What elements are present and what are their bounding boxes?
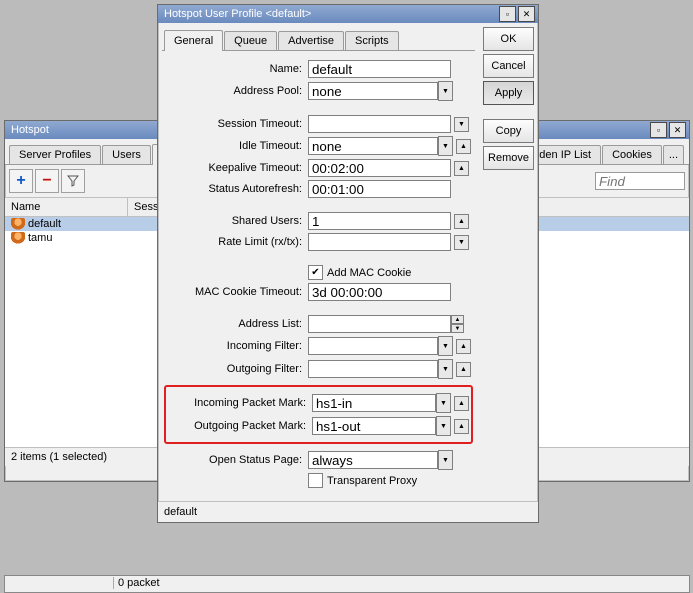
incoming-packet-mark-label: Incoming Packet Mark: — [168, 397, 312, 409]
outgoing-packet-mark-input[interactable] — [312, 417, 436, 435]
collapse-icon[interactable]: ▲ — [454, 161, 469, 176]
open-status-page-input[interactable] — [308, 451, 438, 469]
row-name: tamu — [28, 232, 52, 244]
tab-cookies[interactable]: Cookies — [602, 145, 662, 164]
dialog-status: default — [158, 501, 538, 522]
open-status-page-label: Open Status Page: — [164, 454, 308, 466]
footer-bar: 0 packet — [4, 575, 690, 593]
chevron-down-icon[interactable]: ▼ — [438, 450, 453, 470]
autorefresh-label: Status Autorefresh: — [164, 183, 308, 195]
add-mac-cookie-label: Add MAC Cookie — [327, 267, 411, 279]
ok-button[interactable]: OK — [483, 27, 534, 51]
footer-packets: 0 packet — [113, 577, 160, 589]
mac-cookie-timeout-label: MAC Cookie Timeout: — [164, 286, 308, 298]
incoming-packet-mark-input[interactable] — [312, 394, 436, 412]
rate-limit-input[interactable] — [308, 233, 451, 251]
copy-button[interactable]: Copy — [483, 119, 534, 143]
close-icon[interactable]: ✕ — [669, 122, 686, 138]
dialog-remove-button[interactable]: Remove — [483, 146, 534, 170]
add-button[interactable]: + — [9, 169, 33, 193]
idle-timeout-label: Idle Timeout: — [164, 140, 308, 152]
col-name[interactable]: Name — [5, 198, 128, 216]
tab-general[interactable]: General — [164, 30, 223, 51]
user-icon — [11, 218, 25, 230]
add-mac-cookie-checkbox[interactable]: ✔ — [308, 265, 323, 280]
expand-icon[interactable]: ▼ — [454, 235, 469, 250]
tab-advertise[interactable]: Advertise — [278, 31, 344, 50]
name-input[interactable] — [308, 60, 451, 78]
name-label: Name: — [164, 63, 308, 75]
transparent-proxy-label: Transparent Proxy — [327, 475, 417, 487]
dialog-title: Hotspot User Profile <default> — [161, 8, 497, 20]
user-icon — [11, 232, 25, 244]
outgoing-packet-mark-label: Outgoing Packet Mark: — [168, 420, 312, 432]
cancel-button[interactable]: Cancel — [483, 54, 534, 78]
chevron-down-icon[interactable]: ▼ — [436, 416, 451, 436]
chevron-down-icon[interactable]: ▼ — [438, 81, 453, 101]
collapse-icon[interactable]: ▲ — [456, 362, 471, 377]
dialog-titlebar[interactable]: Hotspot User Profile <default> ▫ ✕ — [158, 5, 538, 23]
incoming-filter-input[interactable] — [308, 337, 438, 355]
chevron-down-icon: ▼ — [451, 324, 464, 333]
chevron-down-icon[interactable]: ▼ — [438, 136, 453, 156]
keepalive-label: Keepalive Timeout: — [164, 162, 308, 174]
incoming-filter-label: Incoming Filter: — [164, 340, 308, 352]
tab-users[interactable]: Users — [102, 145, 151, 164]
keepalive-input[interactable] — [308, 159, 451, 177]
session-timeout-label: Session Timeout: — [164, 118, 308, 130]
session-timeout-input[interactable] — [308, 115, 451, 133]
shared-users-input[interactable] — [308, 212, 451, 230]
shared-users-label: Shared Users: — [164, 215, 308, 227]
addrpool-label: Address Pool: — [164, 85, 308, 97]
detach-icon[interactable]: ▫ — [499, 6, 516, 22]
chevron-up-icon: ▲ — [451, 315, 464, 324]
address-list-input[interactable] — [308, 315, 451, 333]
filter-button[interactable] — [61, 169, 85, 193]
remove-button[interactable]: − — [35, 169, 59, 193]
outgoing-filter-label: Outgoing Filter: — [164, 363, 308, 375]
tab-scripts[interactable]: Scripts — [345, 31, 399, 50]
outgoing-filter-input[interactable] — [308, 360, 438, 378]
profile-dialog: Hotspot User Profile <default> ▫ ✕ Gener… — [157, 4, 539, 523]
addrpool-input[interactable] — [308, 82, 438, 100]
autorefresh-input[interactable] — [308, 180, 451, 198]
packet-mark-highlight: Incoming Packet Mark: ▼▲ Outgoing Packet… — [164, 385, 473, 444]
address-list-label: Address List: — [164, 318, 308, 330]
collapse-icon[interactable]: ▲ — [456, 139, 471, 154]
rate-limit-label: Rate Limit (rx/tx): — [164, 236, 308, 248]
tab-server-profiles[interactable]: Server Profiles — [9, 145, 101, 164]
collapse-icon[interactable]: ▲ — [456, 339, 471, 354]
mac-cookie-timeout-input[interactable] — [308, 283, 451, 301]
transparent-proxy-checkbox[interactable] — [308, 473, 323, 488]
form-area: General Queue Advertise Scripts Name: Ad… — [162, 27, 475, 497]
chevron-down-icon[interactable]: ▼ — [438, 359, 453, 379]
detach-icon[interactable]: ▫ — [650, 122, 667, 138]
close-icon[interactable]: ✕ — [518, 6, 535, 22]
collapse-icon[interactable]: ▲ — [454, 419, 469, 434]
dialog-buttons: OK Cancel Apply Copy Remove — [483, 27, 534, 497]
tab-queue[interactable]: Queue — [224, 31, 277, 50]
tab-more[interactable]: ... — [663, 145, 684, 164]
idle-timeout-input[interactable] — [308, 137, 438, 155]
find-input[interactable] — [595, 172, 685, 190]
address-list-spinner[interactable]: ▲▼ — [451, 315, 464, 333]
chevron-down-icon[interactable]: ▼ — [436, 393, 451, 413]
expand-icon[interactable]: ▼ — [454, 117, 469, 132]
collapse-icon[interactable]: ▲ — [454, 396, 469, 411]
row-name: default — [28, 218, 61, 230]
collapse-icon[interactable]: ▲ — [454, 214, 469, 229]
chevron-down-icon[interactable]: ▼ — [438, 336, 453, 356]
apply-button[interactable]: Apply — [483, 81, 534, 105]
